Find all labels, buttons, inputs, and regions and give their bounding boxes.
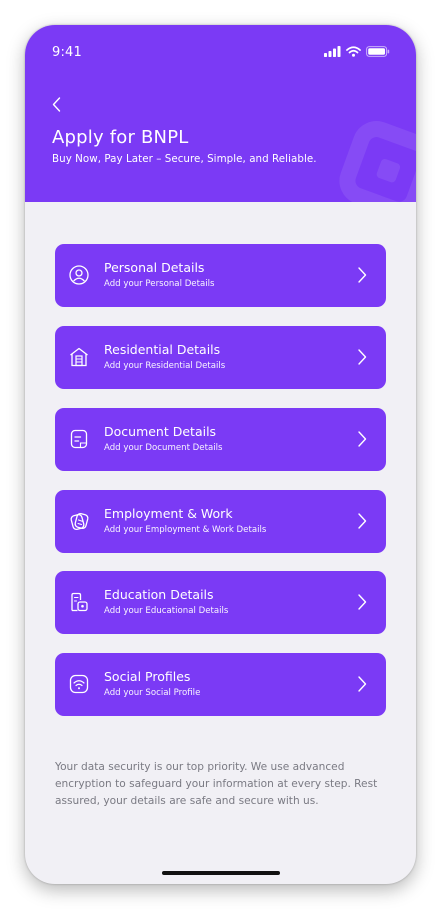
status-time: 9:41 [52, 45, 82, 60]
card-title: Document Details [104, 424, 217, 439]
security-note: Your data security is our top priority. … [55, 761, 378, 807]
chevron-right-icon [358, 513, 367, 529]
card-title: Social Profiles [104, 669, 191, 684]
signal-icon [324, 46, 341, 57]
home-indicator[interactable] [162, 871, 280, 875]
employment-work-card[interactable]: Employment & Work Add your Employment & … [55, 490, 386, 553]
card-title: Employment & Work [104, 506, 233, 521]
home-icon [70, 347, 88, 367]
page-title: Apply for BNPL [52, 127, 189, 148]
chevron-right-icon [358, 431, 367, 447]
decorative-logo-icon [339, 121, 416, 202]
battery-icon [366, 46, 390, 57]
chevron-right-icon [358, 594, 367, 610]
card-subtitle: Add your Educational Details [104, 606, 229, 616]
status-icons [324, 46, 390, 57]
personal-details-card[interactable]: Personal Details Add your Personal Detai… [55, 244, 386, 307]
education-icon [71, 592, 88, 612]
chevron-right-icon [358, 349, 367, 365]
user-circle-icon [69, 265, 89, 285]
page-subtitle: Buy Now, Pay Later – Secure, Simple, and… [52, 153, 317, 165]
card-subtitle: Add your Employment & Work Details [104, 525, 267, 535]
social-profiles-card[interactable]: Social Profiles Add your Social Profile [55, 653, 386, 716]
back-button[interactable] [45, 91, 67, 117]
card-subtitle: Add your Document Details [104, 443, 223, 453]
card-subtitle: Add your Social Profile [104, 688, 201, 698]
chevron-left-icon [52, 96, 60, 112]
chevron-right-icon [358, 676, 367, 692]
card-title: Personal Details [104, 260, 205, 275]
phone-screen: 9:41 Apply for BNPL Buy Now, Pay Later –… [25, 25, 416, 884]
education-details-card[interactable]: Education Details Add your Educational D… [55, 571, 386, 634]
document-details-card[interactable]: Document Details Add your Document Detai… [55, 408, 386, 471]
chevron-right-icon [358, 267, 367, 283]
card-subtitle: Add your Personal Details [104, 279, 215, 289]
card-subtitle: Add your Residential Details [104, 361, 226, 371]
card-title: Residential Details [104, 342, 221, 357]
wifi-icon [69, 674, 89, 694]
document-icon [70, 429, 88, 449]
residential-details-card[interactable]: Residential Details Add your Residential… [55, 326, 386, 389]
briefcase-icon [70, 512, 89, 531]
wifi-status-icon [346, 46, 361, 57]
header: 9:41 Apply for BNPL Buy Now, Pay Later –… [25, 25, 416, 202]
card-title: Education Details [104, 587, 214, 602]
